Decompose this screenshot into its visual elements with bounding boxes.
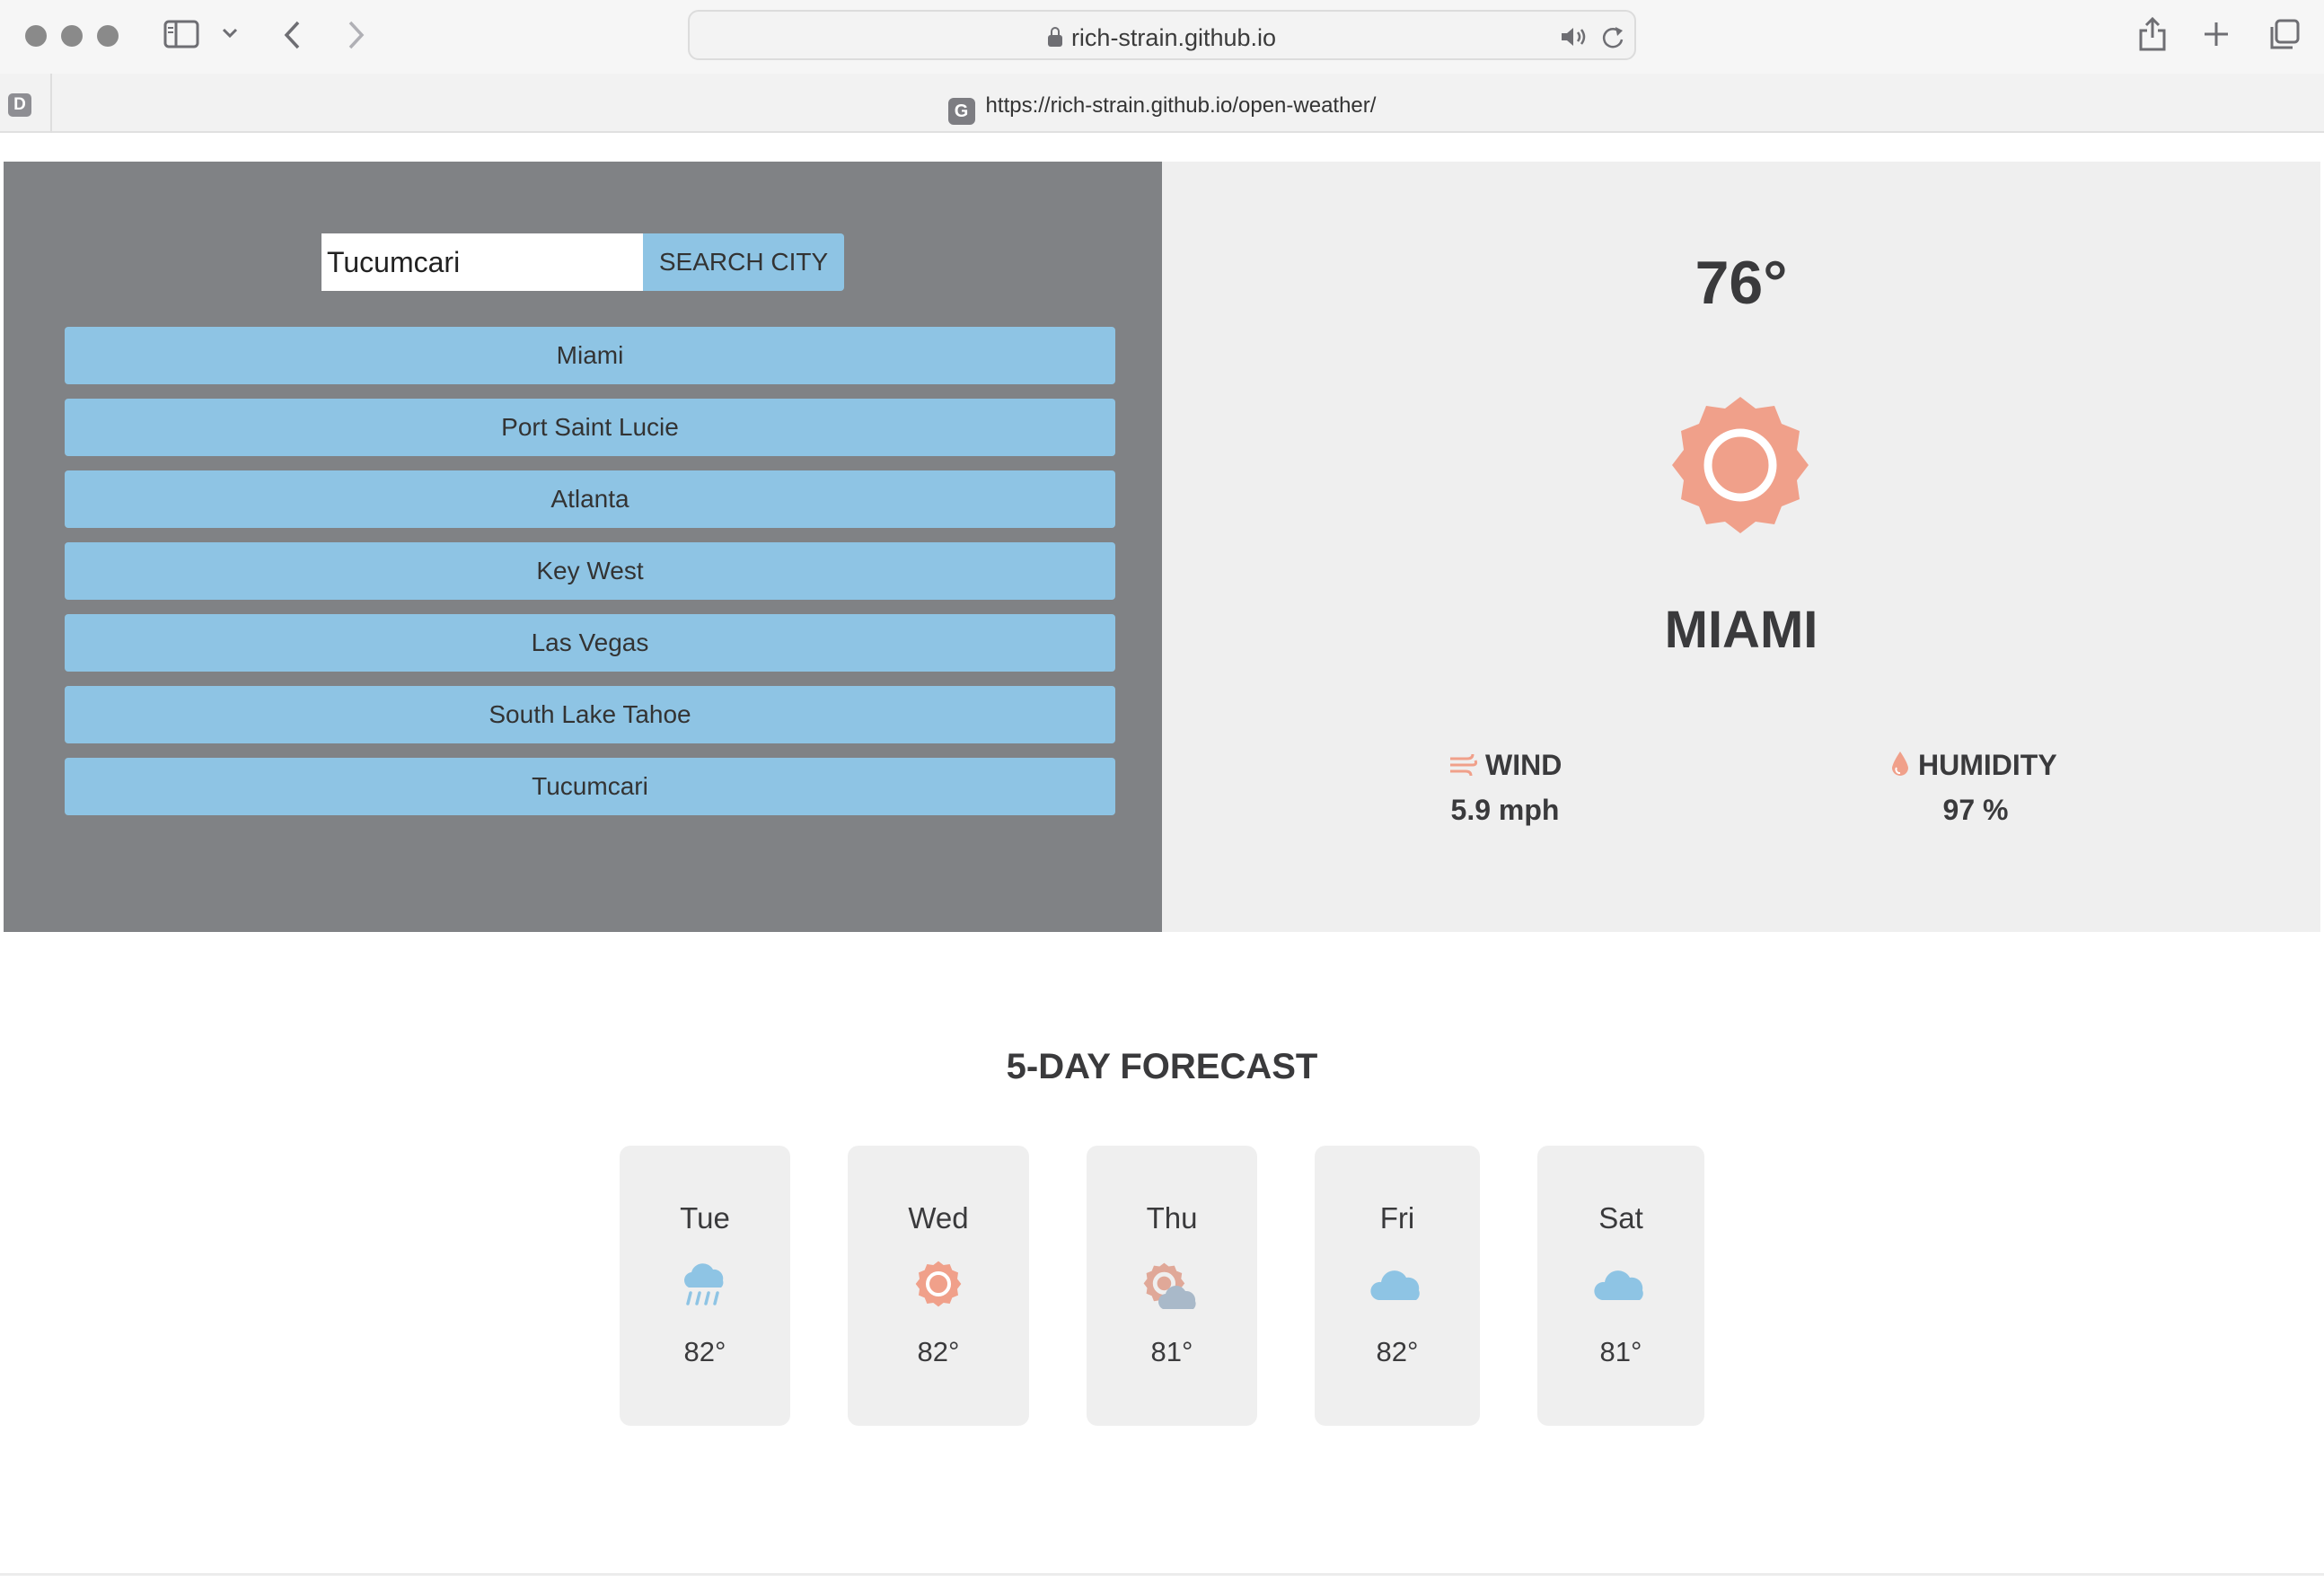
forecast-day: Thu: [1146, 1201, 1198, 1235]
forecast-temp: 81°: [1150, 1336, 1193, 1367]
address-text: rich-strain.github.io: [1070, 24, 1277, 51]
cloud-icon: [1369, 1261, 1426, 1308]
page-divider: [0, 1573, 2324, 1576]
forecast-temp: 82°: [917, 1336, 960, 1367]
humidity-label: HUMIDITY: [1918, 749, 2057, 781]
reload-icon[interactable]: [1600, 23, 1625, 55]
forecast-temp: 82°: [683, 1336, 726, 1367]
wind-value: 5.9 mph: [1450, 794, 1560, 826]
wind-icon: [1448, 751, 1478, 786]
humidity-value: 97 %: [1942, 794, 2009, 826]
tab-overview-icon[interactable]: [2267, 18, 2301, 57]
browser-toolbar: rich-strain.github.io: [0, 0, 2324, 74]
address-bar[interactable]: rich-strain.github.io: [688, 10, 1636, 60]
forecast-card: Sat 81°: [1537, 1146, 1704, 1426]
forecast-title: 5-DAY FORECAST: [1006, 1047, 1318, 1086]
current-city-name: MIAMI: [1664, 601, 1818, 659]
city-search-input[interactable]: [321, 233, 643, 291]
wind-label: WIND: [1485, 749, 1563, 781]
chevron-down-icon[interactable]: [221, 27, 239, 44]
speaker-icon[interactable]: [1559, 24, 1589, 54]
rain-cloud-icon: [680, 1261, 730, 1312]
history-city-button[interactable]: Miami: [65, 327, 1115, 384]
sun-icon: [1670, 395, 1810, 540]
favicon-icon: G: [947, 98, 975, 125]
history-city-button[interactable]: Tucumcari: [65, 758, 1115, 815]
history-city-button[interactable]: Las Vegas: [65, 614, 1115, 672]
partly-cloudy-icon: [1141, 1261, 1202, 1315]
tab-title: https://rich-strain.github.io/open-weath…: [985, 93, 1377, 118]
forecast-temp: 81°: [1599, 1336, 1642, 1367]
forecast-day: Tue: [680, 1201, 730, 1235]
history-city-button[interactable]: Atlanta: [65, 470, 1115, 528]
humidity-stat: HUMIDITY: [1889, 749, 2057, 786]
droplet-icon: [1889, 750, 1911, 786]
history-city-button[interactable]: South Lake Tahoe: [65, 686, 1115, 743]
sidebar-toggle-icon[interactable]: [163, 20, 199, 53]
sun-icon: [915, 1261, 962, 1312]
new-tab-icon[interactable]: [2202, 20, 2231, 53]
forecast-day: Wed: [908, 1201, 969, 1235]
forecast-card: Thu 81°: [1087, 1146, 1257, 1426]
lock-icon: [1047, 27, 1062, 47]
search-city-button[interactable]: SEARCH CITY: [643, 233, 844, 291]
share-icon[interactable]: [2137, 14, 2168, 57]
close-window-button[interactable]: [25, 25, 47, 47]
wind-stat: WIND: [1448, 749, 1562, 786]
forecast-card: Fri 82°: [1315, 1146, 1480, 1426]
search-history-list: Miami Port Saint Lucie Atlanta Key West …: [65, 327, 1115, 830]
zoom-window-button[interactable]: [97, 25, 119, 47]
tab-bar: D Ghttps://rich-strain.github.io/open-we…: [0, 74, 2324, 133]
active-tab[interactable]: Ghttps://rich-strain.github.io/open-weat…: [0, 93, 2324, 125]
history-city-button[interactable]: Key West: [65, 542, 1115, 600]
forecast-day: Fri: [1379, 1201, 1415, 1235]
back-arrow-icon[interactable]: [282, 20, 304, 55]
forecast-temp: 82°: [1376, 1336, 1419, 1367]
forward-arrow-icon[interactable]: [345, 20, 366, 55]
forecast-day: Sat: [1598, 1201, 1643, 1235]
forecast-card: Tue 82°: [620, 1146, 790, 1426]
forecast-card: Wed 82°: [848, 1146, 1029, 1426]
minimize-window-button[interactable]: [61, 25, 83, 47]
cloud-icon: [1592, 1261, 1650, 1308]
history-city-button[interactable]: Port Saint Lucie: [65, 399, 1115, 456]
current-temperature: 76°: [1695, 249, 1788, 317]
